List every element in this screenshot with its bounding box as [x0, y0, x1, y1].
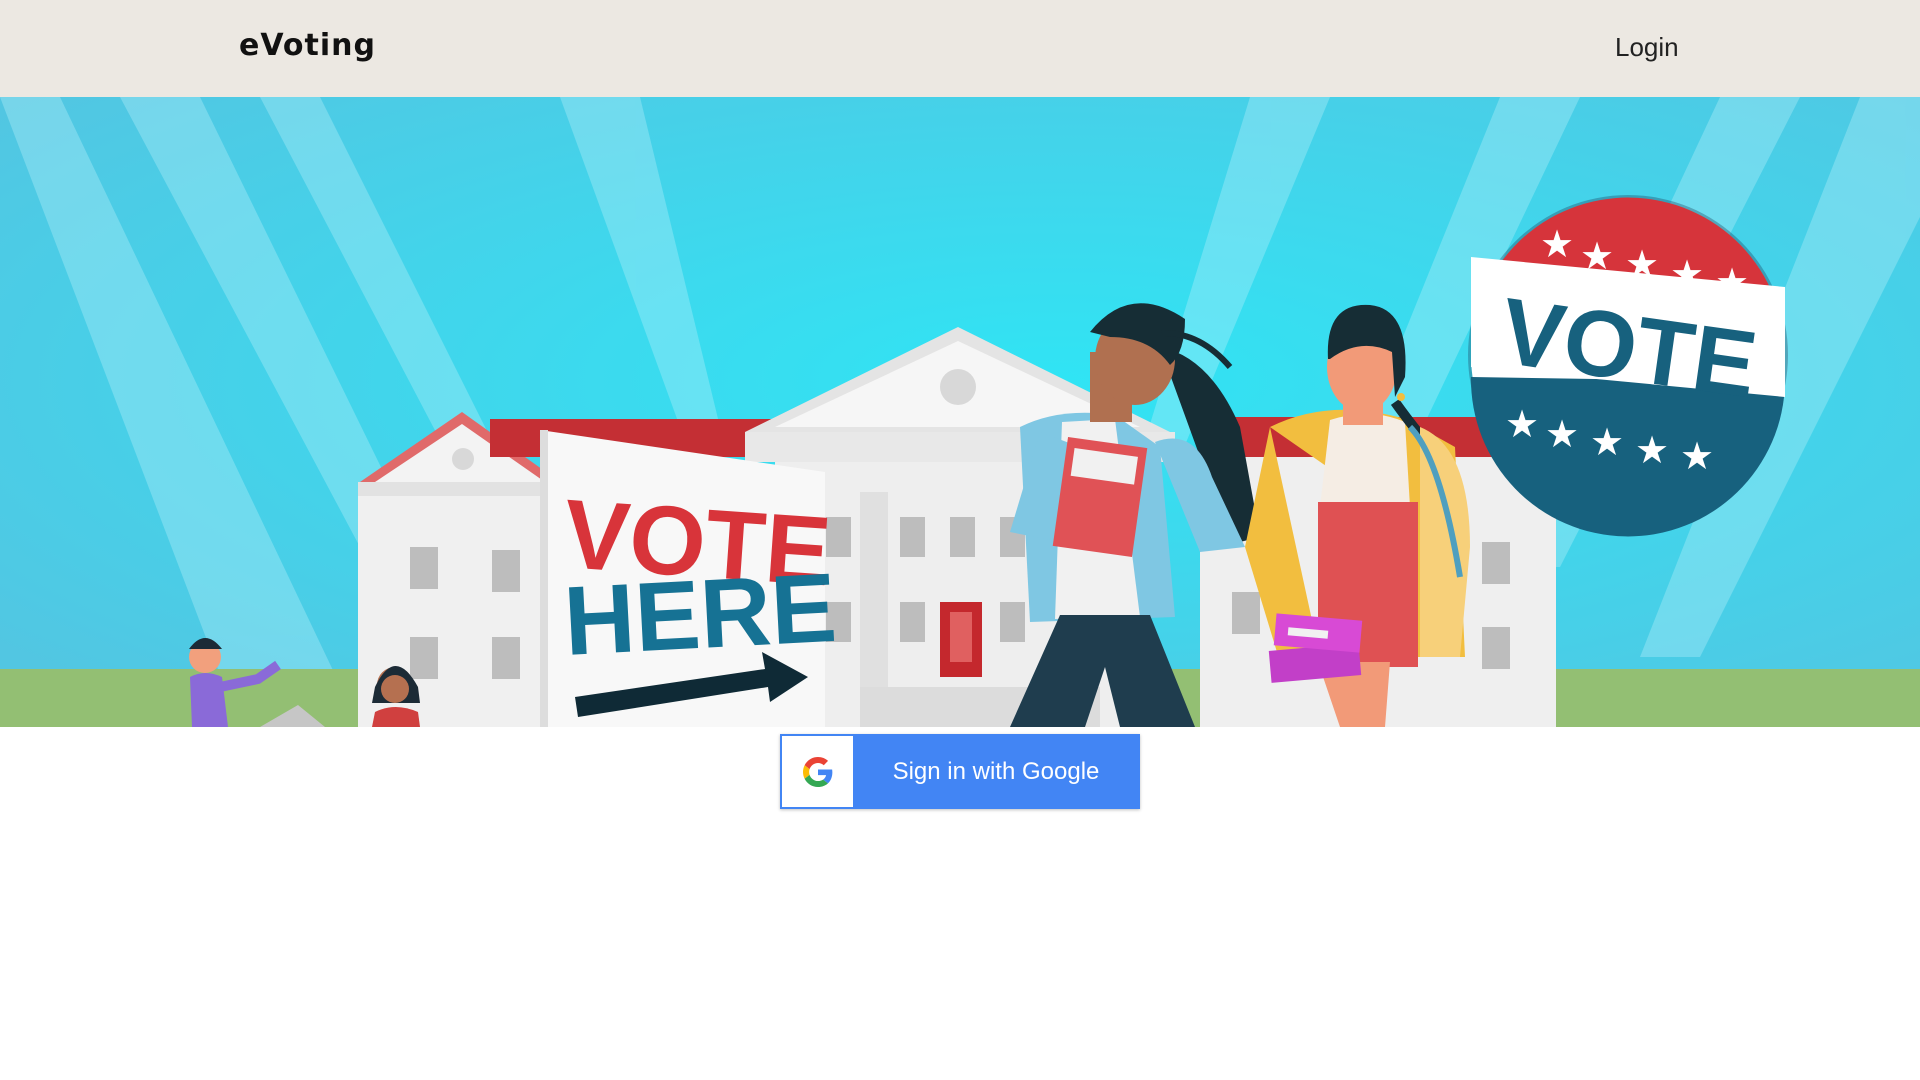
svg-text:★: ★: [1545, 412, 1579, 456]
google-icon-container: [782, 736, 853, 807]
google-sign-in-button[interactable]: Sign in with Google: [780, 734, 1140, 809]
svg-text:★: ★: [1540, 222, 1574, 266]
login-link[interactable]: Login: [1615, 32, 1679, 63]
svg-text:★: ★: [1715, 260, 1749, 304]
voting-illustration: VOTE HERE VOTE ★ ★ ★ ★ ★ ★ ★ ★ ★ ★: [0, 97, 1920, 727]
brand-logo[interactable]: eVoting: [239, 28, 376, 63]
svg-text:★: ★: [1590, 420, 1624, 464]
svg-text:★: ★: [1625, 242, 1659, 286]
svg-text:★: ★: [1580, 234, 1614, 278]
google-g-icon: [803, 757, 833, 787]
svg-text:★: ★: [1680, 434, 1714, 478]
hero-banner: VOTE HERE VOTE ★ ★ ★ ★ ★ ★ ★ ★ ★ ★: [0, 97, 1920, 727]
sign-text-here: HERE: [561, 552, 839, 676]
top-navbar: eVoting Login: [0, 0, 1920, 97]
svg-text:★: ★: [1635, 428, 1669, 472]
svg-text:★: ★: [1505, 402, 1539, 446]
vote-here-sign: VOTE HERE: [540, 430, 839, 727]
vote-badge: VOTE ★ ★ ★ ★ ★ ★ ★ ★ ★ ★: [1468, 195, 1788, 537]
google-sign-in-label: Sign in with Google: [892, 758, 1100, 785]
svg-text:★: ★: [1670, 252, 1704, 296]
